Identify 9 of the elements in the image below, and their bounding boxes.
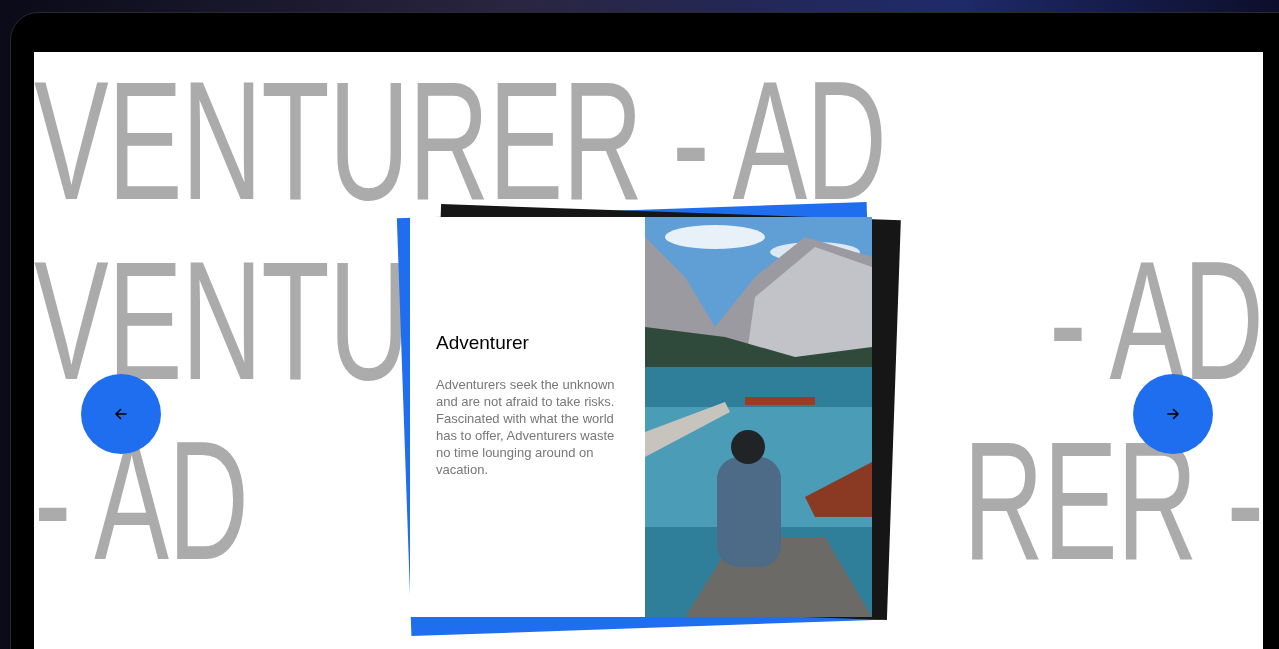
background-word: - AD: [1049, 238, 1263, 406]
background-word: RER -: [963, 418, 1263, 586]
card-description: Adventurers seek the unknown and are not afraid to take risks. Fascinated with what the world has to offer, Adventurers waste no time lounging around on vacation.: [436, 375, 616, 478]
arrow-right-icon: [1165, 406, 1181, 422]
card-title: Adventurer: [436, 331, 530, 355]
background-word: VENTU: [34, 238, 409, 406]
arrow-left-icon: [113, 406, 129, 422]
background-word: VENTURER - AD: [34, 58, 886, 226]
background-word: - AD: [34, 418, 248, 586]
